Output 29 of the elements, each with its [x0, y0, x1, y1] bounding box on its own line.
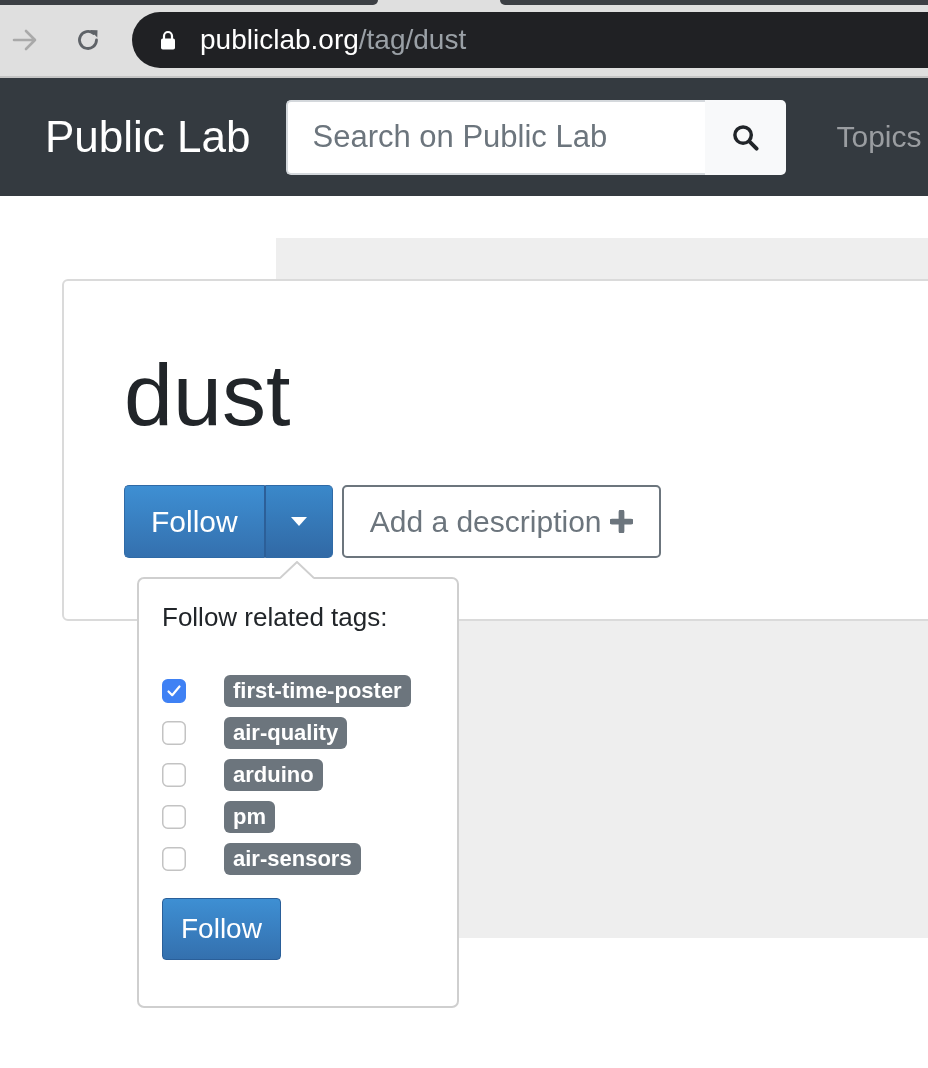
search-button[interactable]: [705, 99, 787, 175]
tag-chip: first-time-poster: [224, 675, 411, 708]
address-bar[interactable]: publiclab.org/tag/dust: [132, 12, 928, 68]
tag-title: dust: [124, 351, 291, 439]
browser-tab[interactable]: [0, 0, 378, 5]
checkbox[interactable]: [162, 721, 186, 746]
tag-chip: air-quality: [224, 717, 348, 750]
caret-icon: [290, 517, 307, 526]
follow-button[interactable]: Follow: [124, 485, 264, 558]
forward-arrow-icon[interactable]: [12, 29, 38, 51]
search-field[interactable]: Search on Public Lab: [286, 99, 706, 175]
checkbox[interactable]: [162, 847, 186, 872]
popover-heading: Follow related tags:: [162, 602, 389, 634]
plus-icon: [609, 510, 633, 533]
browser-tab[interactable]: [500, 0, 928, 5]
checkbox[interactable]: [162, 679, 186, 704]
site-logo-text[interactable]: Public Lab: [45, 112, 251, 162]
search-icon: [732, 123, 760, 151]
tag-chip: pm: [224, 801, 275, 834]
dropdown-toggle[interactable]: [263, 485, 333, 558]
add-description-button[interactable]: Add a description: [341, 485, 661, 558]
follow-tags-button[interactable]: Follow: [162, 898, 281, 961]
checkbox[interactable]: [162, 763, 186, 788]
checkbox[interactable]: [162, 805, 186, 830]
lock-icon: [160, 30, 176, 50]
tag-chip: arduino: [224, 759, 323, 792]
reload-icon[interactable]: [75, 27, 101, 53]
nav-link[interactable]: Topics: [836, 120, 922, 154]
tag-chip: air-sensors: [224, 843, 361, 876]
